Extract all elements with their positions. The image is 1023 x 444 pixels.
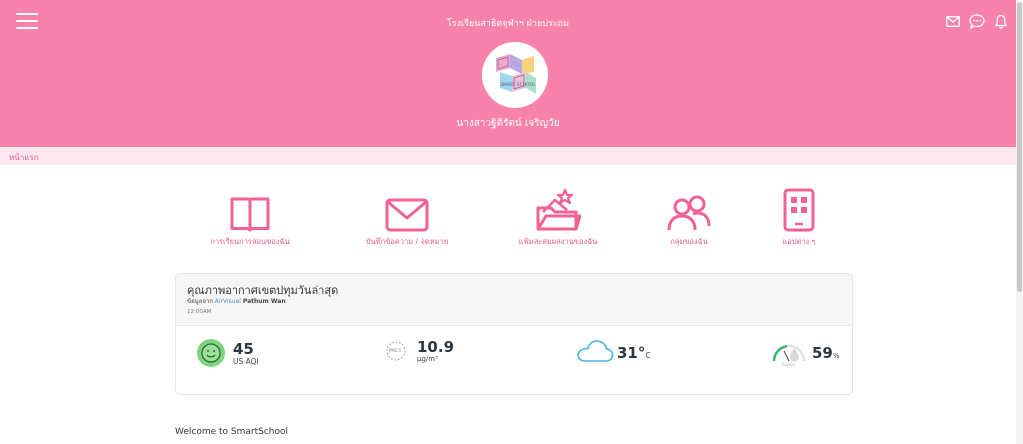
air-quality-card: คุณภาพอากาศเขตปทุมวันล่าสุด ข้อมูลจาก Ai…: [175, 273, 853, 395]
pm-unit: µg/m³: [417, 355, 438, 363]
envelope-icon: [337, 186, 477, 232]
humidity-value: 59: [812, 344, 833, 362]
page: โรงเรียนสาธิตจุฬาฯ ฝ่ายประถม SMART SCHOO…: [0, 0, 1023, 444]
menu-item-portfolio[interactable]: แฟ้มสะสมผลงานของฉัน: [488, 186, 628, 248]
menu-label: แฟ้มสะสมผลงานของฉัน: [518, 237, 598, 246]
source-prefix: ข้อมูลจาก: [187, 298, 213, 305]
menu-item-teaching[interactable]: การเรียนการสอนของฉัน: [180, 186, 320, 248]
temperature-value: 31°: [617, 344, 646, 362]
header-actions: [944, 12, 1010, 30]
logo-text: SMART SCHOOL: [500, 83, 536, 88]
temperature-unit: C: [645, 351, 651, 360]
menu-label: บันทึกข้อความ / จดหมาย: [365, 237, 449, 246]
pm-value: 10.9: [417, 338, 455, 356]
school-logo: SMART SCHOOL: [482, 42, 548, 108]
aqi-value: 45: [233, 339, 254, 358]
mail-icon[interactable]: [944, 12, 962, 30]
source-location: Pathum Wan: [242, 298, 286, 305]
breadcrumb-home[interactable]: หน้าแรก: [9, 151, 39, 164]
pm25-icon-label: PM2.5: [389, 348, 402, 353]
menu-label: การเรียนการสอนของฉัน: [210, 237, 290, 246]
user-name: นางสาวฐิติรัตน์ เจริญวัย: [456, 118, 560, 129]
header: โรงเรียนสาธิตจุฬาฯ ฝ่ายประถม SMART SCHOO…: [0, 0, 1016, 147]
air-quality-time: 12:00AM: [187, 309, 212, 315]
humidity-unit: %: [832, 352, 840, 360]
menu-label: แอปต่าง ๆ: [782, 237, 816, 246]
source-provider-link[interactable]: AirVisual: [215, 298, 241, 305]
pm-metric: PM2.5 10.9 µg/m³: [385, 339, 454, 363]
breadcrumb: หน้าแรก: [0, 147, 1016, 165]
temperature-metric: 31° C: [576, 339, 651, 367]
aqi-label: US AQI: [233, 356, 259, 366]
air-quality-source: ข้อมูลจาก AirVisual Pathum Wan: [187, 296, 286, 306]
humidity-gauge-icon: humid: [770, 339, 808, 367]
air-quality-header: คุณภาพอากาศเขตปทุมวันล่าสุด ข้อมูลจาก Ai…: [176, 274, 852, 326]
welcome-heading: Welcome to SmartSchool: [175, 427, 289, 437]
aqi-metric: 45 US AQI: [197, 339, 259, 367]
menu-item-messages[interactable]: บันทึกข้อความ / จดหมาย: [337, 186, 477, 248]
cloud-icon: [576, 339, 614, 367]
pm25-icon: PM2.5: [385, 340, 407, 362]
tablet-apps-icon: [729, 186, 869, 232]
scrollbar-thumb[interactable]: [1017, 2, 1022, 292]
book-icon: [180, 186, 320, 232]
chat-icon[interactable]: [968, 12, 986, 30]
school-name: โรงเรียนสาธิตจุฬาฯ ฝ่ายประถม: [446, 19, 570, 29]
aqi-face-icon: [197, 339, 225, 367]
humidity-icon-label: humid: [782, 362, 795, 367]
portfolio-folder-icon: [488, 186, 628, 232]
humidity-metric: humid 59 %: [770, 339, 840, 367]
bell-icon[interactable]: [992, 12, 1010, 30]
menu-item-apps[interactable]: แอปต่าง ๆ: [729, 186, 869, 248]
